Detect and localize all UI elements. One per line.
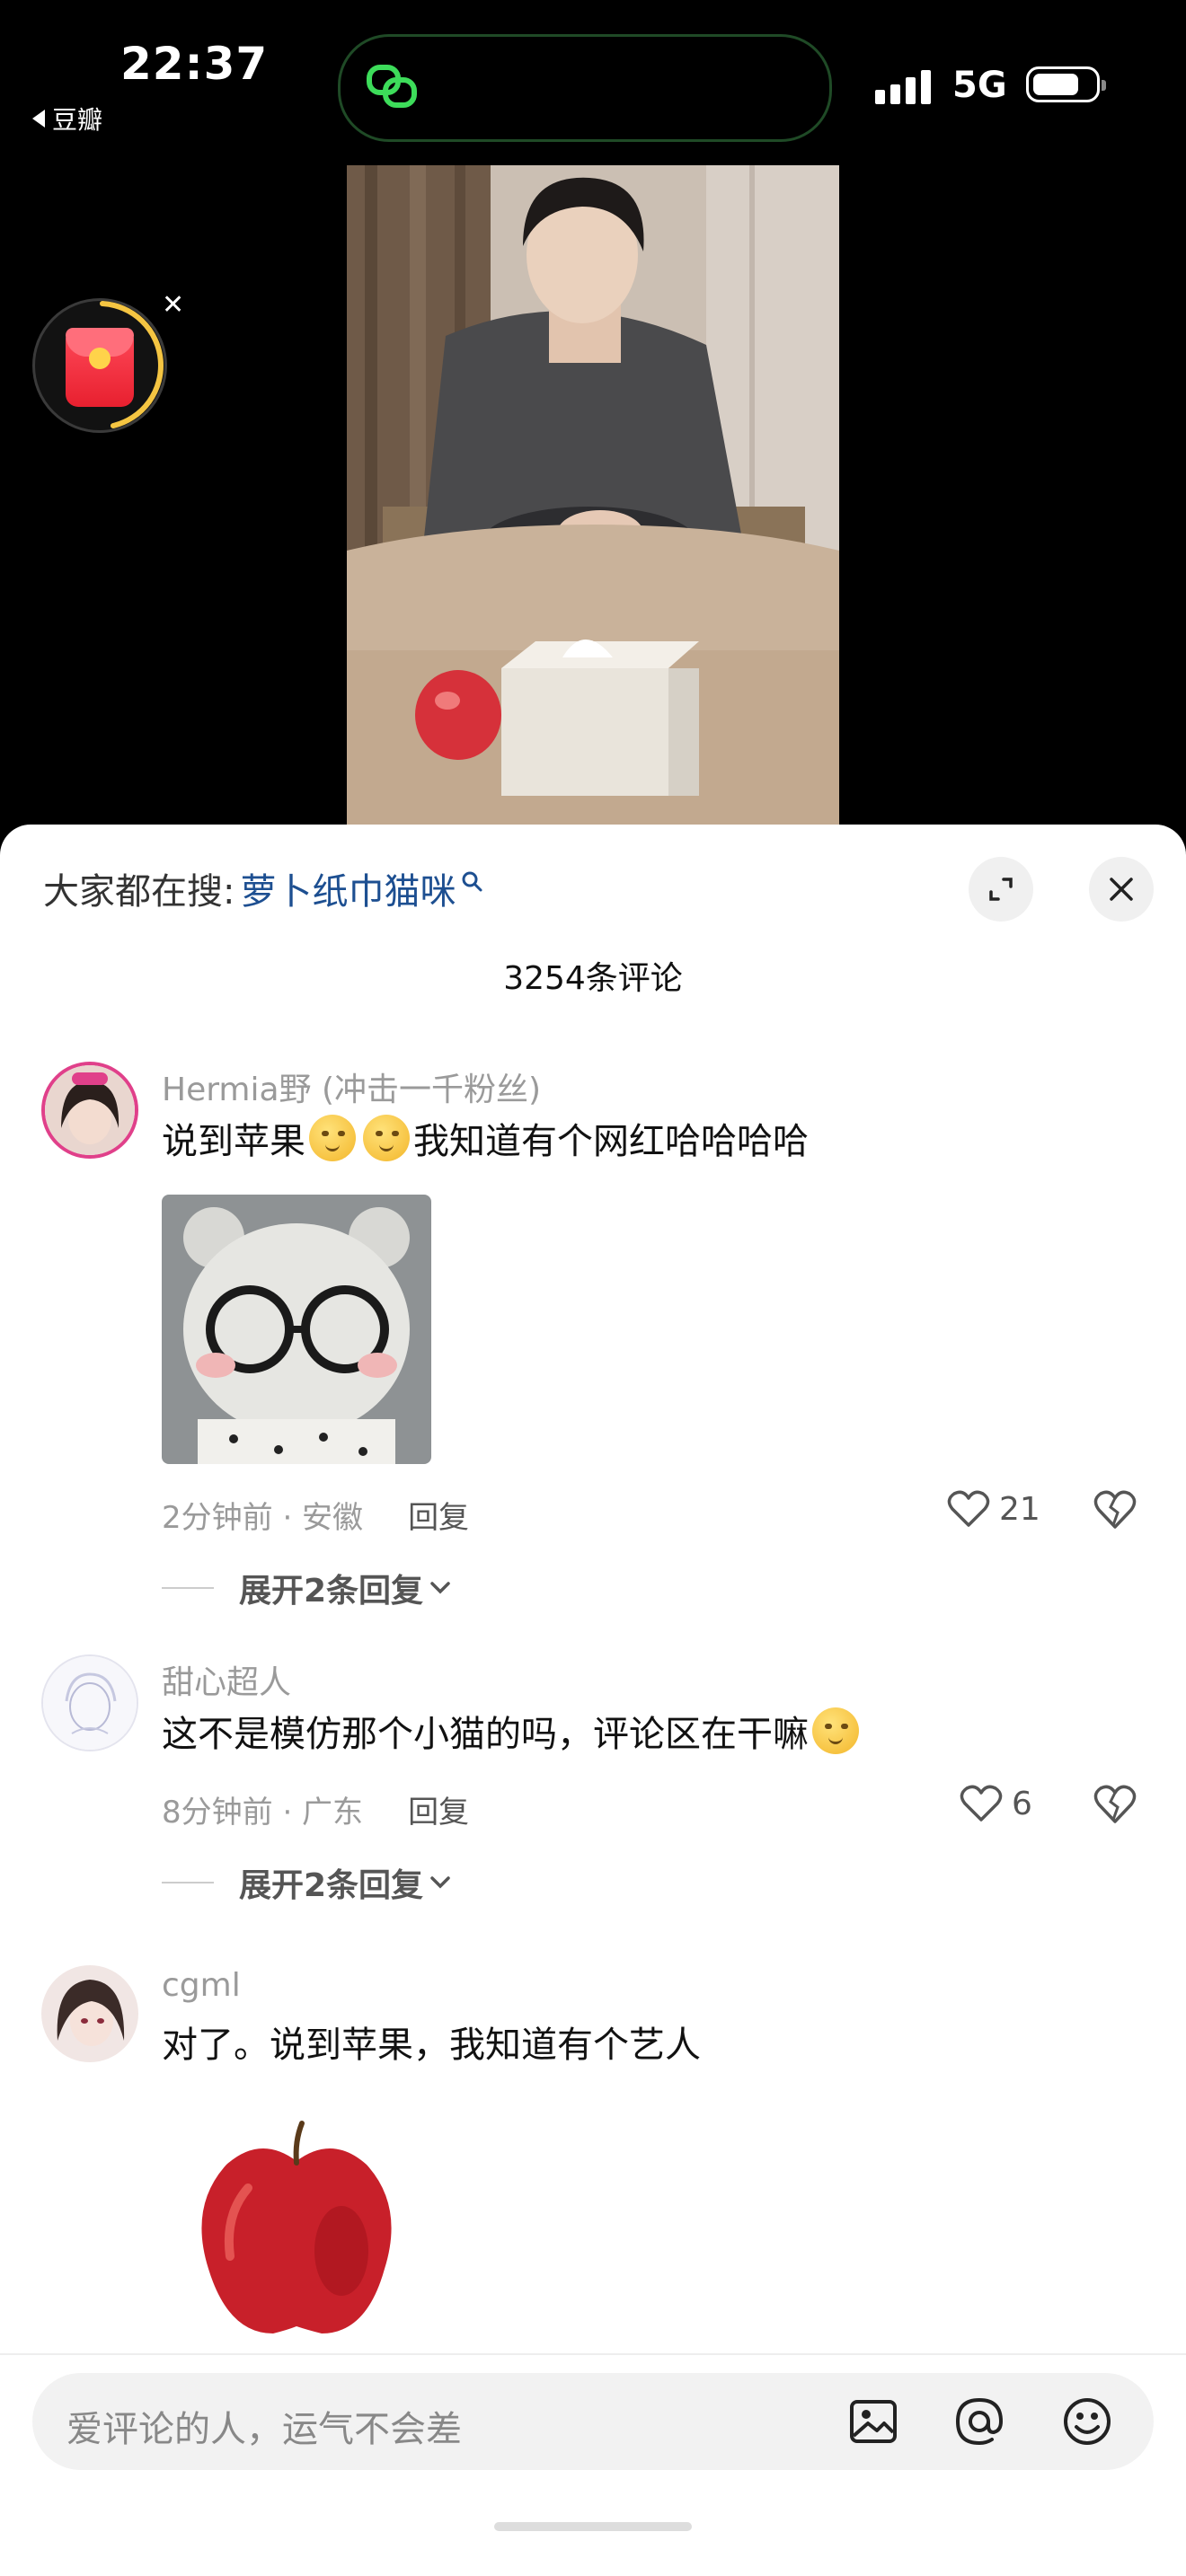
comment-meta: 8分钟前 · 广东 回复	[162, 1787, 469, 1831]
red-envelope-widget[interactable]	[32, 298, 167, 433]
dynamic-island[interactable]	[338, 34, 832, 142]
comment-input[interactable]: 爱评论的人，运气不会差	[32, 2373, 1154, 2470]
comments-count: 3254条评论	[503, 960, 683, 997]
comment-input-bar: 爱评论的人，运气不会差	[0, 2353, 1186, 2576]
comment-sheet: 大家都在搜: 萝卜纸巾猫咪 3254条评论 Hermia野 (冲击一千粉丝) 说…	[0, 825, 1186, 2576]
signal-icon	[875, 70, 931, 104]
comment-text: 这不是模仿那个小猫的吗，评论区在干嘛	[162, 1705, 863, 1757]
back-to-app-button[interactable]: 豆瓣	[32, 101, 102, 137]
network-type: 5G	[952, 65, 1007, 106]
back-arrow-icon	[32, 110, 45, 128]
heart-icon	[947, 1490, 990, 1527]
chevron-down-icon	[430, 1582, 450, 1594]
expand-replies-label: 展开2条回复	[239, 1573, 424, 1610]
red-envelope-icon	[66, 328, 134, 407]
comment-input-placeholder: 爱评论的人，运气不会差	[66, 2409, 462, 2450]
avatar[interactable]	[41, 1654, 138, 1751]
back-app-label: 豆瓣	[52, 105, 103, 135]
comment-meta: 2分钟前 · 安徽 回复	[162, 1493, 469, 1537]
comment-image[interactable]	[162, 1195, 431, 1464]
like-button[interactable]: 6	[960, 1784, 1032, 1823]
comment-time-location: 8分钟前 · 广东	[162, 1795, 364, 1831]
video-frame	[347, 165, 839, 826]
thinking-emoji-icon	[309, 1115, 356, 1161]
comment-text: 说到苹果 我知道有个网红哈哈哈哈	[162, 1112, 809, 1164]
comment-username[interactable]: cgml	[162, 1967, 241, 2004]
like-button[interactable]: 21	[947, 1489, 1040, 1529]
close-icon[interactable]: ✕	[162, 289, 184, 321]
close-sheet-button[interactable]	[1089, 857, 1154, 922]
emoji-icon[interactable]	[1060, 2395, 1114, 2448]
heart-icon	[960, 1785, 1003, 1822]
expand-replies-button[interactable]: 展开2条回复	[162, 1565, 452, 1611]
reply-button[interactable]: 回复	[408, 1493, 469, 1537]
comment-text: 对了。说到苹果，我知道有个艺人	[162, 2016, 701, 2068]
video-player[interactable]	[347, 165, 839, 826]
fullscreen-button[interactable]	[969, 857, 1033, 922]
battery-icon	[1026, 66, 1106, 102]
comment-image[interactable]	[162, 2098, 431, 2359]
expand-replies-label: 展开2条回复	[239, 1867, 424, 1904]
home-indicator	[494, 2522, 692, 2531]
reply-button[interactable]: 回复	[408, 1787, 469, 1831]
comment-text-part: 这不是模仿那个小猫的吗，评论区在干嘛	[162, 1714, 809, 1755]
trending-keyword[interactable]: 萝卜纸巾猫咪	[240, 862, 456, 914]
comment-time-location: 2分钟前 · 安徽	[162, 1500, 364, 1536]
image-icon[interactable]	[846, 2395, 900, 2448]
search-icon	[462, 871, 482, 892]
close-icon	[1110, 878, 1133, 901]
avatar[interactable]	[41, 1062, 138, 1159]
fullscreen-icon	[989, 878, 1013, 901]
thinking-emoji-icon	[363, 1115, 410, 1161]
peeking-emoji-icon	[812, 1707, 859, 1754]
trending-label: 大家都在搜:	[43, 871, 235, 913]
avatar[interactable]	[41, 1965, 138, 2062]
status-time: 22:37	[120, 38, 269, 90]
broken-heart-icon[interactable]	[1093, 1489, 1137, 1531]
chevron-down-icon	[430, 1876, 450, 1889]
comment-username[interactable]: 甜心超人	[162, 1656, 291, 1703]
broken-heart-icon[interactable]	[1093, 1784, 1137, 1825]
expand-replies-button[interactable]: 展开2条回复	[162, 1859, 452, 1906]
comment-text-part: 我知道有个网红哈哈哈哈	[413, 1121, 809, 1162]
comment-text-part: 说到苹果	[162, 1121, 305, 1162]
like-count: 6	[1012, 1785, 1032, 1822]
at-icon[interactable]	[952, 2395, 1006, 2448]
comment-username[interactable]: Hermia野 (冲击一千粉丝)	[162, 1063, 541, 1110]
chat-link-icon	[367, 65, 417, 108]
like-count: 21	[999, 1490, 1040, 1528]
comment-text-part: 对了。说到苹果，我知道有个艺人	[162, 2025, 701, 2066]
trending-search[interactable]: 大家都在搜: 萝卜纸巾猫咪	[43, 862, 484, 914]
